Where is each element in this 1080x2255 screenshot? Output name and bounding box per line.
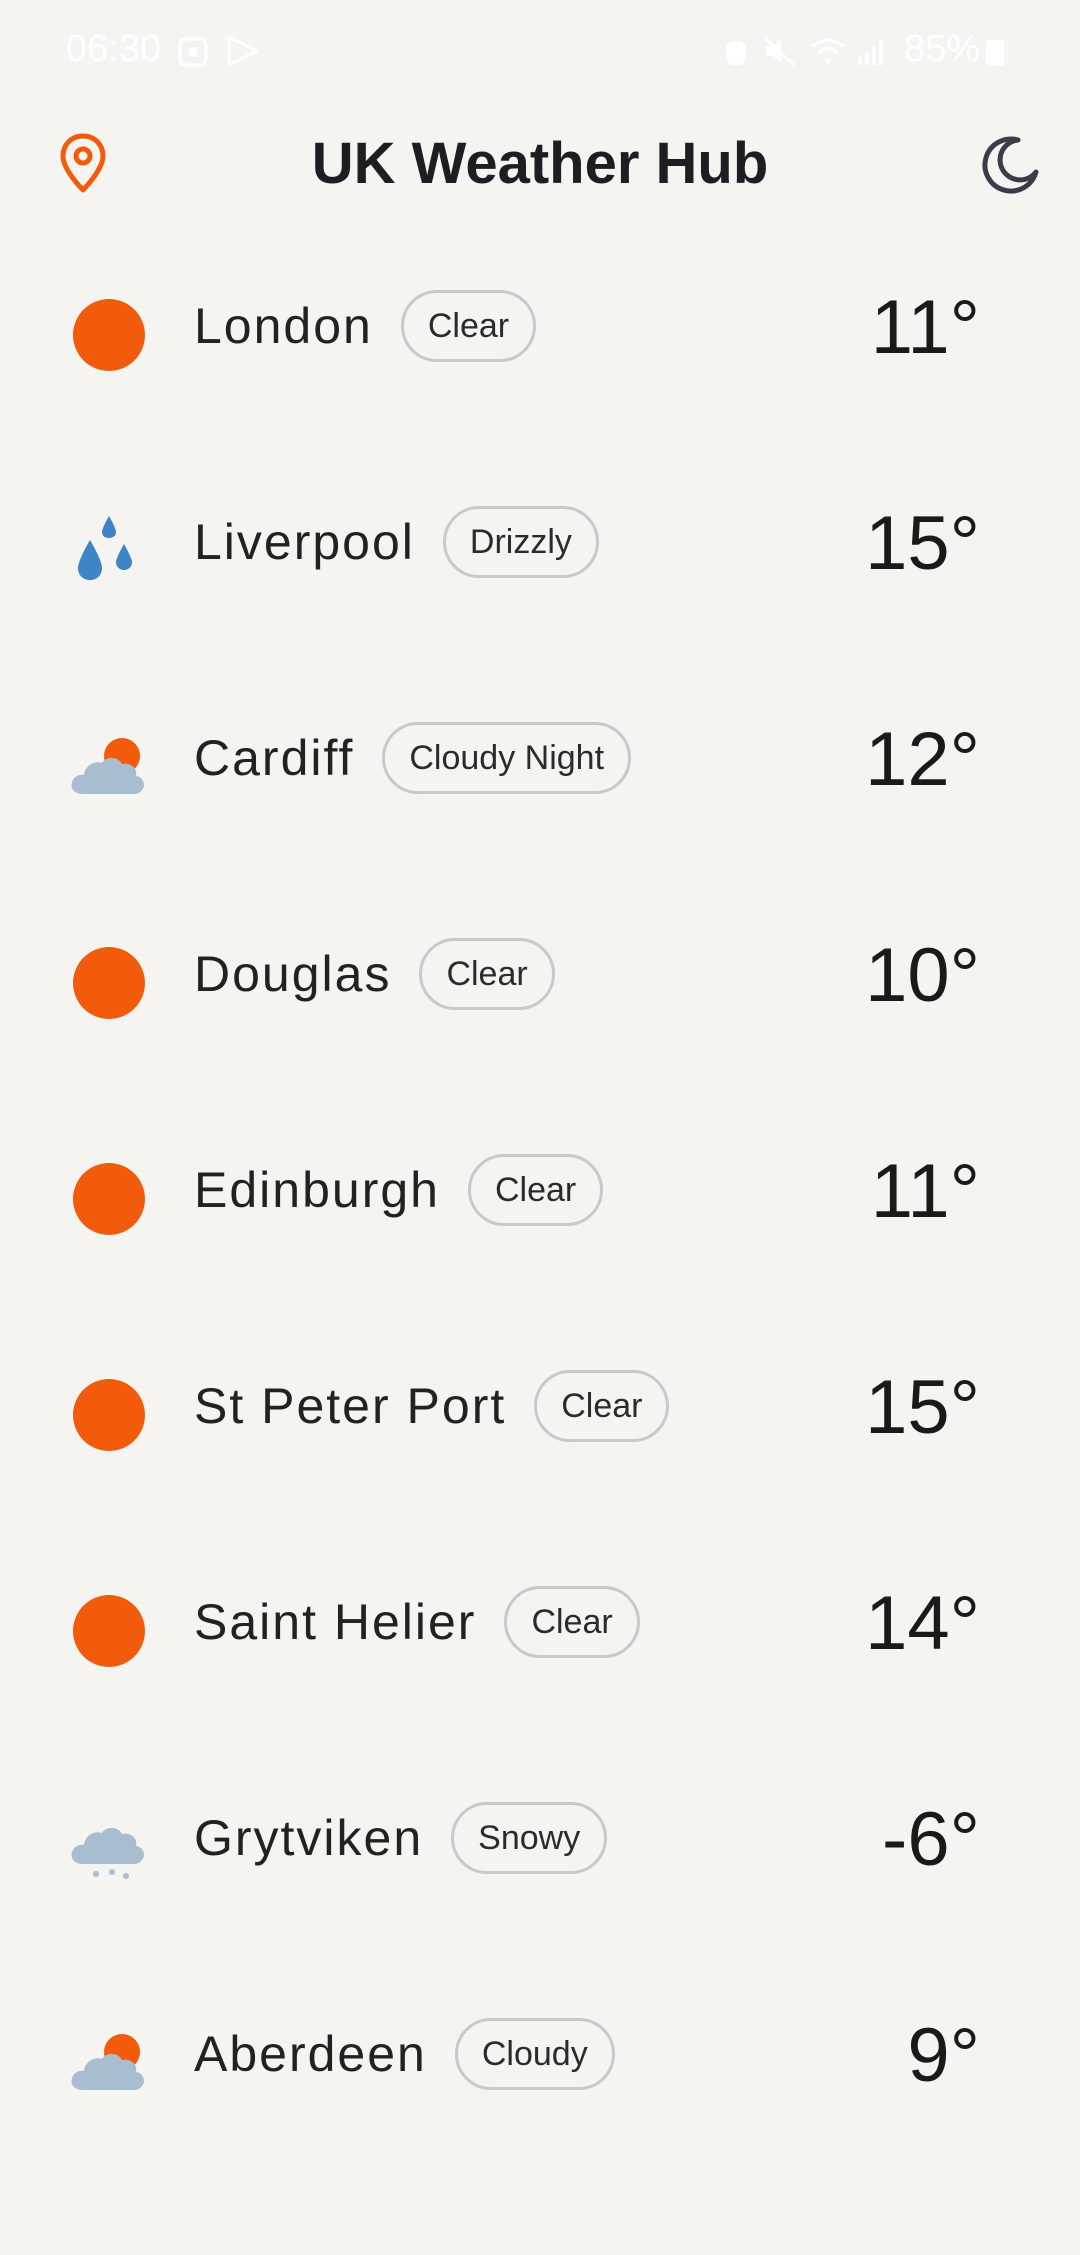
condition-badge: Drizzly [442, 506, 599, 578]
city-name: London [194, 298, 373, 354]
city-row[interactable]: Saint Helier Clear 14° [0, 1546, 1080, 1762]
city-info: Grytviken Snowy [194, 1802, 608, 1874]
city-info: Saint Helier Clear [194, 1586, 640, 1658]
city-info: Cardiff Cloudy Night [194, 722, 632, 794]
city-info: Liverpool Drizzly [194, 506, 599, 578]
condition-badge: Snowy [451, 1802, 608, 1874]
city-name: St Peter Port [194, 1378, 507, 1434]
condition-badge: Cloudy Night [382, 722, 632, 794]
sun-icon [68, 1374, 150, 1456]
city-row[interactable]: Aberdeen Cloudy 9° [0, 1978, 1080, 2194]
temperature: 11° [870, 1149, 980, 1234]
city-row[interactable]: Cardiff Cloudy Night 12° [0, 682, 1080, 898]
city-row[interactable]: Grytviken Snowy -6° [0, 1762, 1080, 1978]
snow-icon [68, 1806, 150, 1888]
sun-icon [68, 942, 150, 1024]
city-name: Liverpool [194, 514, 415, 570]
temperature: 10° [865, 933, 980, 1018]
city-info: Douglas Clear [194, 938, 555, 1010]
city-row[interactable]: Edinburgh Clear 11° [0, 1114, 1080, 1330]
city-name: Cardiff [194, 730, 355, 786]
battery-icon [986, 40, 1004, 66]
temperature: 11° [870, 285, 980, 370]
city-row[interactable]: London Clear 11° [0, 250, 1080, 466]
city-name: Aberdeen [194, 2026, 427, 2082]
city-info: London Clear [194, 290, 537, 362]
city-list: London Clear 11° Liverpool Drizzly 15° Cardiff… [0, 250, 1080, 2194]
city-name: Douglas [194, 946, 392, 1002]
status-time: 06:30 [66, 28, 162, 70]
temperature: 14° [865, 1581, 980, 1666]
city-name: Edinburgh [194, 1162, 440, 1218]
condition-badge: Cloudy [454, 2018, 615, 2090]
alarm-icon [724, 34, 748, 77]
temperature: -6° [882, 1797, 980, 1882]
photo-notification-icon [178, 34, 208, 77]
sun-icon [68, 294, 150, 376]
signal-icon [856, 34, 886, 77]
cloudy-icon [68, 2022, 150, 2104]
play-store-notification-icon [226, 34, 260, 77]
city-info: Edinburgh Clear [194, 1154, 604, 1226]
app-header: UK Weather Hub [0, 110, 1080, 220]
city-name: Grytviken [194, 1810, 424, 1866]
city-row[interactable]: Douglas Clear 10° [0, 898, 1080, 1114]
temperature: 15° [865, 1365, 980, 1450]
mute-icon [762, 34, 796, 77]
city-info: Aberdeen Cloudy [194, 2018, 615, 2090]
battery-percent: 85% [903, 28, 980, 70]
city-name: Saint Helier [194, 1594, 477, 1650]
condition-badge: Clear [467, 1154, 604, 1226]
temperature: 12° [865, 717, 980, 802]
condition-badge: Clear [534, 1370, 670, 1442]
moon-icon[interactable] [978, 132, 1042, 196]
status-bar: 06:30 85% [0, 0, 1080, 100]
temperature: 9° [907, 2013, 980, 2098]
page-title: UK Weather Hub [311, 131, 769, 196]
sun-icon [68, 1158, 150, 1240]
city-row[interactable]: Liverpool Drizzly 15° [0, 466, 1080, 682]
cloudy-night-icon [68, 726, 150, 808]
city-row[interactable]: St Peter Port Clear 15° [0, 1330, 1080, 1546]
drizzle-icon [68, 510, 150, 592]
temperature: 15° [865, 501, 980, 586]
sun-icon [68, 1590, 150, 1672]
wifi-icon [810, 34, 846, 77]
city-info: St Peter Port Clear [194, 1370, 670, 1442]
condition-badge: Clear [504, 1586, 640, 1658]
condition-badge: Clear [400, 290, 537, 362]
condition-badge: Clear [419, 938, 555, 1010]
